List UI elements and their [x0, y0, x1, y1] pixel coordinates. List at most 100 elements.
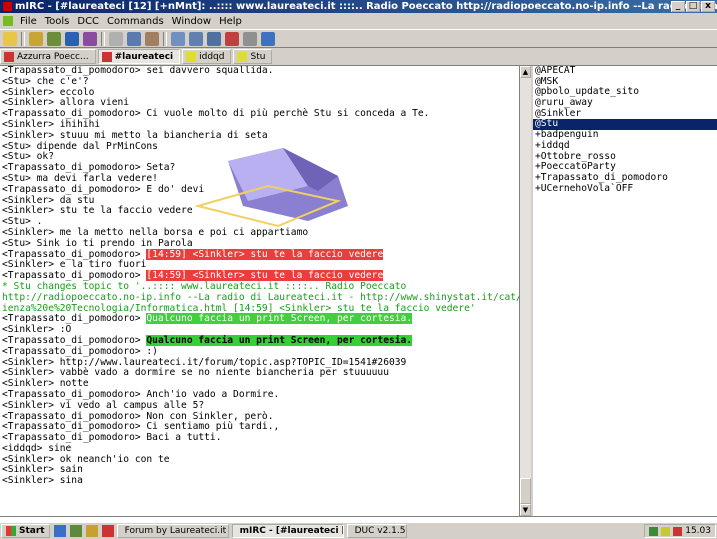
menu-bar: File Tools DCC Commands Window Help — [0, 13, 717, 29]
menu-tools[interactable]: Tools — [41, 16, 74, 27]
window-controls: _ □ x — [671, 1, 715, 12]
menu-file[interactable]: File — [16, 16, 41, 27]
chat-line-text: <Stu> ok? — [2, 151, 54, 163]
task-duc[interactable]: DUC v2.1.5 — [346, 524, 407, 538]
chat-line-text: <Sinkler> da stu — [2, 194, 95, 206]
chat-line-text: <iddqd> sine — [2, 442, 72, 454]
query-icon — [186, 51, 197, 62]
nick-list-item[interactable]: +Trapassato_di_pomodoro — [533, 172, 717, 184]
menu-commands[interactable]: Commands — [103, 16, 168, 27]
chat-line-text: Qualcuno faccia un print Screen, per cor… — [146, 313, 413, 325]
chat-line-text: <Sinkler> notte — [2, 378, 89, 390]
scroll-thumb[interactable] — [520, 478, 531, 504]
switchbar-tab-laureateci[interactable]: #laureateci — [97, 49, 181, 64]
show-desktop-icon[interactable] — [69, 525, 82, 537]
channel-list-icon[interactable] — [83, 31, 97, 46]
dcc-send-icon[interactable] — [109, 31, 123, 46]
scroll-down-arrow-icon[interactable]: ▼ — [520, 504, 531, 516]
chat-line-text: <Trapassato_di_pomodoro> — [2, 313, 147, 325]
network-tray-icon[interactable] — [649, 526, 659, 536]
task-mirc[interactable]: mIRC - [#laureateci [12] ... — [231, 524, 344, 538]
toolbar-separator — [21, 31, 25, 46]
chat-line: <Trapassato_di_pomodoro> Qualcuno faccia… — [2, 313, 519, 325]
start-button[interactable]: Start — [1, 524, 50, 538]
toolbar — [0, 29, 717, 48]
clock: 15.03 — [685, 526, 711, 536]
toolbar-separator — [163, 31, 167, 46]
window-title: mIRC - [#laureateci [12] [+nMnt]: ..::::… — [15, 1, 717, 12]
chat-line-text: <Sinkler> stu te la faccio vedere — [2, 205, 193, 217]
chat-line-text: * Stu changes topic to '..:::: www.laure… — [2, 280, 407, 292]
chat-line-text: <Sinkler> sina — [2, 475, 83, 487]
nick-list-item[interactable]: @Sinkler — [533, 108, 717, 120]
chat-line-text: [14:59] <Sinkler> stu te la faccio veder… — [146, 270, 384, 282]
internet-explorer-icon[interactable] — [53, 525, 66, 537]
arrange-icons-icon[interactable] — [207, 31, 221, 46]
chat-line-text: <Stu> ma devi farla vedere! — [2, 172, 158, 184]
nick-list-item[interactable]: +UCernehoVola`OFF — [533, 183, 717, 195]
address-book-icon[interactable] — [47, 31, 61, 46]
title-bar[interactable]: mIRC - [#laureateci [12] [+nMnt]: ..::::… — [0, 0, 717, 13]
chat-line-text: <Trapassato_di_pomodoro> — [2, 270, 147, 282]
chat-line-text: <Stu> che c'e'? — [2, 75, 89, 87]
chat-log[interactable]: <Trapassato_di_pomodoro> sei davvero squ… — [0, 66, 519, 516]
chat-line-text: <Stu> . — [2, 216, 43, 228]
server-icon — [4, 51, 14, 62]
cascade-windows-icon[interactable] — [189, 31, 203, 46]
maximize-button[interactable]: □ — [686, 1, 700, 12]
chat-line-text: <Sinkler> sain — [2, 464, 83, 476]
minimize-button[interactable]: _ — [671, 1, 685, 12]
task-forum-browser[interactable]: Forum by Laureateci.it - Mi... — [116, 524, 229, 538]
tile-windows-icon[interactable] — [171, 31, 185, 46]
chat-line-text: <Trapassato_di_pomodoro> Ci sentiamo più… — [2, 421, 280, 433]
switchbar-tab-label: #laureateci — [114, 51, 174, 62]
mirc-app-icon[interactable] — [3, 2, 12, 11]
nick-list-item[interactable]: +iddqd — [533, 140, 717, 152]
channels-folder-icon[interactable] — [65, 31, 79, 46]
timer-icon[interactable] — [243, 31, 257, 46]
chat-line-text: <Sinkler> vi vedo al campus alle 5? — [2, 399, 205, 411]
chat-line-text: <Sinkler> ihihihi — [2, 118, 101, 130]
connect-icon[interactable] — [3, 31, 17, 46]
url-catcher-icon[interactable] — [225, 31, 239, 46]
mirc-quicklaunch-icon[interactable] — [101, 525, 114, 537]
switchbar-tab-iddqd[interactable]: iddqd — [182, 49, 232, 64]
help-icon[interactable] — [261, 31, 275, 46]
outlook-express-icon[interactable] — [85, 525, 98, 537]
task-label: Forum by Laureateci.it - Mi... — [124, 526, 228, 536]
chat-line-text: <Stu> Sink io ti prendo in Parola — [2, 237, 193, 249]
chat-line-text: <Sinkler> http://www.laureateci.it/forum… — [2, 356, 407, 368]
scroll-up-arrow-icon[interactable]: ▲ — [520, 66, 531, 78]
menu-dcc[interactable]: DCC — [73, 16, 103, 27]
close-button[interactable]: x — [701, 1, 715, 12]
notify-list-icon[interactable] — [145, 31, 159, 46]
toolbar-separator — [101, 31, 105, 46]
chat-line: <Trapassato_di_pomodoro> Baci a tutti. — [2, 432, 519, 444]
chat-line-text: <Sinkler> eccolo — [2, 86, 95, 98]
nick-list[interactable]: @APECAT @MSK @pbolo_update_sito @ruru_away @… — [533, 65, 717, 516]
channel-system-menu-icon[interactable] — [3, 16, 13, 26]
options-icon[interactable] — [29, 31, 43, 46]
nick-list-item[interactable]: @APECAT — [533, 65, 717, 77]
system-tray: 15.03 — [644, 524, 716, 538]
switchbar-tab-label: Stu — [250, 51, 266, 62]
menu-window[interactable]: Window — [168, 16, 215, 27]
chat-line-text: <Trapassato_di_pomodoro> Baci a tutti. — [2, 432, 222, 444]
chat-line: <Sinkler> sina — [2, 475, 519, 487]
chat-line-text: <Stu> dipende dal PrMinCons — [2, 140, 158, 152]
switchbar-tab-azzurra[interactable]: Azzurra Poecc... — [0, 49, 96, 64]
menu-help[interactable]: Help — [215, 16, 246, 27]
chat-line-text: <Sinkler> allora vieni — [2, 97, 130, 109]
mirc-tray-icon[interactable] — [673, 526, 683, 536]
task-label: DUC v2.1.5 — [354, 526, 406, 536]
chat-line-text: Qualcuno faccia un print Screen, per cor… — [146, 334, 413, 346]
chat-line-text: <Trapassato_di_pomodoro> — [2, 334, 147, 346]
query-icon — [237, 51, 248, 62]
dcc-chat-icon[interactable] — [127, 31, 141, 46]
volume-tray-icon[interactable] — [661, 526, 671, 536]
chat-line-text: <Sinkler> e la tiro fuori — [2, 259, 147, 271]
chat-line-text: <Trapassato_di_pomodoro> Anch'io vado a … — [2, 388, 280, 400]
chat-scrollbar[interactable]: ▲ ▼ — [519, 66, 531, 516]
chat-line-text: <Sinkler> vabbè vado a dormire se no nie… — [2, 367, 389, 379]
switchbar-tab-stu[interactable]: Stu — [233, 49, 273, 64]
